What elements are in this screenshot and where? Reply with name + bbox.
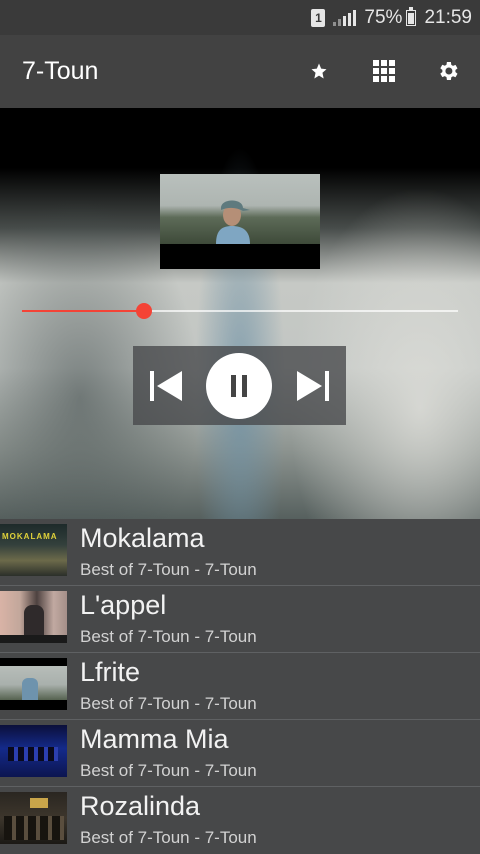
grid-icon[interactable] [368,55,400,87]
list-item[interactable]: MOKALAMA Mokalama Best of 7-Toun - 7-Tou… [0,519,480,586]
battery-percent: 75% [364,6,403,28]
track-subtitle: Best of 7-Toun - 7-Toun [80,694,257,713]
player-area [0,108,480,519]
seek-bar-progress [22,310,145,312]
track-subtitle: Best of 7-Toun - 7-Toun [80,761,257,780]
track-subtitle: Best of 7-Toun - 7-Toun [80,828,257,847]
previous-button[interactable] [147,368,183,404]
pause-button[interactable] [206,353,272,419]
track-thumbnail [0,591,67,643]
artist-image [216,200,250,244]
clock: 21:59 [424,6,472,28]
next-button[interactable] [296,368,332,404]
skip-previous-icon [150,371,182,401]
track-subtitle: Best of 7-Toun - 7-Toun [80,560,257,579]
track-subtitle: Best of 7-Toun - 7-Toun [80,627,257,646]
app-bar: 7-Toun [0,35,480,108]
track-list: MOKALAMA Mokalama Best of 7-Toun - 7-Tou… [0,519,480,854]
page-title: 7-Toun [22,57,99,85]
seek-bar[interactable] [22,303,458,319]
track-thumbnail-text: MOKALAMA [2,532,58,541]
now-playing-thumbnail[interactable] [160,174,320,269]
track-title: Lfrite [80,657,141,687]
battery-icon [406,6,417,26]
track-title: Mamma Mia [80,724,229,754]
list-item[interactable]: Rozalinda Best of 7-Toun - 7-Toun [0,787,480,854]
playback-controls [133,346,346,425]
track-thumbnail [0,725,67,777]
track-thumbnail: MOKALAMA [0,524,67,576]
skip-next-icon [297,371,329,401]
track-thumbnail [0,792,67,844]
sim-icon: 1 [311,8,326,27]
gear-icon[interactable] [432,55,464,87]
list-item[interactable]: Mamma Mia Best of 7-Toun - 7-Toun [0,720,480,787]
status-bar: 1 75% 21:59 [0,0,480,35]
seek-bar-handle[interactable] [136,303,153,319]
track-title: Mokalama [80,523,205,553]
list-item[interactable]: L'appel Best of 7-Toun - 7-Toun [0,586,480,653]
pause-icon [231,375,247,397]
signal-icon [333,9,357,26]
track-title: Rozalinda [80,791,201,821]
star-icon[interactable] [303,55,335,87]
list-item[interactable]: Lfrite Best of 7-Toun - 7-Toun [0,653,480,720]
track-title: L'appel [80,590,167,620]
track-thumbnail [0,658,67,710]
